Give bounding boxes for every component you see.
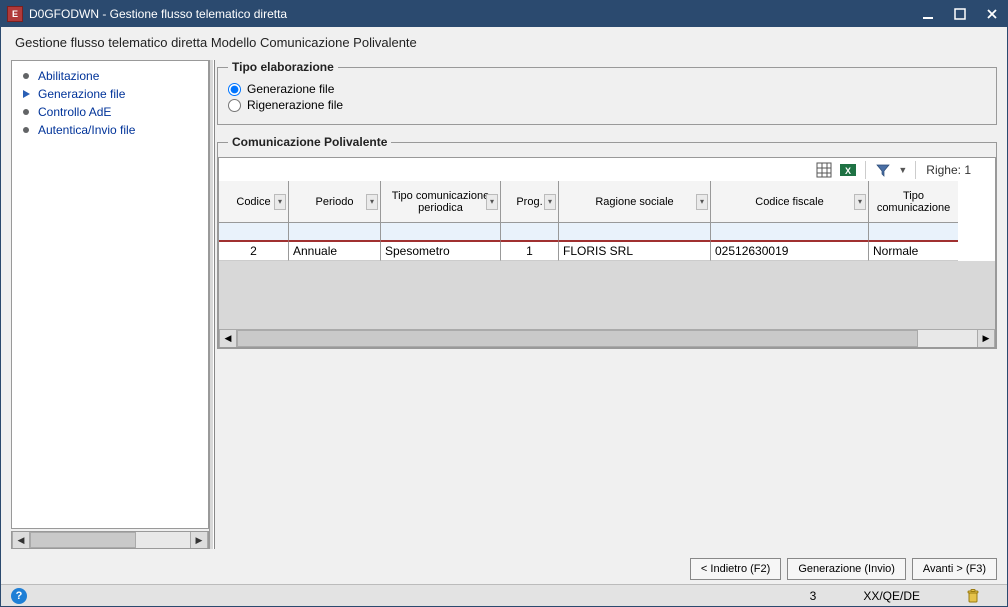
- scroll-track[interactable]: [30, 532, 190, 548]
- scroll-track[interactable]: [237, 330, 977, 347]
- cell-tipo-comunicazione[interactable]: Normale: [869, 241, 958, 261]
- col-header-periodo[interactable]: Periodo▾: [289, 181, 381, 223]
- scroll-right-icon[interactable]: ▶: [977, 330, 995, 347]
- sidebar-item-generazione-file[interactable]: Generazione file: [16, 85, 204, 103]
- arrow-right-icon: [23, 90, 30, 98]
- window-buttons: [919, 5, 1001, 23]
- chevron-down-icon[interactable]: ▾: [366, 194, 378, 210]
- table-toolbar: X ▼ Righe: 1: [218, 157, 996, 181]
- generate-button[interactable]: Generazione (Invio): [787, 558, 906, 580]
- minimize-button[interactable]: [919, 5, 937, 23]
- grid-empty-area: [219, 261, 995, 329]
- cell-codice-fiscale[interactable]: 02512630019: [711, 241, 869, 261]
- col-header-prog[interactable]: Prog.▾: [501, 181, 559, 223]
- status-code: XX/QE/DE: [844, 589, 938, 603]
- close-button[interactable]: [983, 5, 1001, 23]
- chevron-down-icon[interactable]: ▾: [854, 194, 866, 210]
- chevron-down-icon[interactable]: ▾: [544, 194, 556, 210]
- rows-count-label: Righe: 1: [926, 163, 971, 177]
- sidebar-item-abilitazione[interactable]: Abilitazione: [16, 67, 204, 85]
- statusbar: ? 3 XX/QE/DE: [1, 584, 1007, 606]
- body: Abilitazione Generazione file Controllo …: [1, 60, 1007, 553]
- sidebar-hscrollbar[interactable]: ◀ ▶: [11, 531, 209, 549]
- app-icon: E: [7, 6, 23, 22]
- svg-text:X: X: [845, 166, 851, 176]
- chevron-down-icon[interactable]: ▾: [274, 194, 286, 210]
- col-header-ragione-sociale[interactable]: Ragione sociale▾: [559, 181, 711, 223]
- radio-rigenerazione-input[interactable]: [228, 99, 241, 112]
- legend-tipo-elaborazione: Tipo elaborazione: [228, 60, 338, 74]
- scroll-thumb[interactable]: [30, 532, 136, 548]
- grid-header: Codice▾ Periodo▾ Tipo comunicazione peri…: [219, 181, 995, 223]
- grid-layout-icon[interactable]: [815, 161, 833, 179]
- sidebar: Abilitazione Generazione file Controllo …: [11, 60, 209, 529]
- status-number: 3: [791, 589, 835, 603]
- sidebar-item-label: Controllo AdE: [38, 105, 111, 119]
- help-icon[interactable]: ?: [11, 588, 27, 604]
- app-window: E D0GFODWN - Gestione flusso telematico …: [0, 0, 1008, 607]
- radio-label: Rigenerazione file: [247, 98, 343, 112]
- scroll-right-icon[interactable]: ▶: [190, 532, 208, 548]
- grid-hscrollbar[interactable]: ◀ ▶: [219, 329, 995, 347]
- radio-generazione-input[interactable]: [228, 83, 241, 96]
- group-tipo-elaborazione: Tipo elaborazione Generazione file Rigen…: [217, 60, 997, 125]
- cell-codice[interactable]: 2: [219, 241, 289, 261]
- titlebar: E D0GFODWN - Gestione flusso telematico …: [1, 1, 1007, 27]
- table-row[interactable]: 2 Annuale Spesometro 1 FLORIS SRL 025126…: [219, 241, 995, 261]
- group-comunicazione-polivalente: Comunicazione Polivalente X ▼: [217, 135, 997, 349]
- page-title: Gestione flusso telematico diretta Model…: [1, 27, 1007, 60]
- cell-ragione-sociale[interactable]: FLORIS SRL: [559, 241, 711, 261]
- filter-icon[interactable]: [874, 161, 892, 179]
- toolbar-separator: [915, 161, 916, 179]
- legend-comunicazione: Comunicazione Polivalente: [228, 135, 391, 149]
- sidebar-item-label: Generazione file: [38, 87, 125, 101]
- data-grid: Codice▾ Periodo▾ Tipo comunicazione peri…: [218, 181, 996, 348]
- sidebar-item-autentica-invio[interactable]: Autentica/Invio file: [16, 121, 204, 139]
- main: Tipo elaborazione Generazione file Rigen…: [217, 60, 997, 549]
- cell-tipo-com-periodica[interactable]: Spesometro: [381, 241, 501, 261]
- sidebar-item-label: Autentica/Invio file: [38, 123, 135, 137]
- chevron-down-icon[interactable]: ▾: [696, 194, 708, 210]
- cell-periodo[interactable]: Annuale: [289, 241, 381, 261]
- footer-buttons: < Indietro (F2) Generazione (Invio) Avan…: [1, 553, 1007, 584]
- toolbar-separator: [865, 161, 866, 179]
- splitter[interactable]: [209, 60, 217, 549]
- chevron-down-icon[interactable]: ▾: [486, 194, 498, 210]
- window-title: D0GFODWN - Gestione flusso telematico di…: [29, 7, 919, 21]
- cell-prog[interactable]: 1: [501, 241, 559, 261]
- scroll-left-icon[interactable]: ◀: [12, 532, 30, 548]
- col-header-codice[interactable]: Codice▾: [219, 181, 289, 223]
- radio-label: Generazione file: [247, 82, 334, 96]
- radio-rigenerazione-file[interactable]: Rigenerazione file: [228, 98, 986, 112]
- chevron-down-icon[interactable]: ▼: [898, 165, 907, 175]
- bullet-icon: [23, 73, 29, 79]
- back-button[interactable]: < Indietro (F2): [690, 558, 781, 580]
- sidebar-wrap: Abilitazione Generazione file Controllo …: [11, 60, 209, 549]
- sidebar-item-label: Abilitazione: [38, 69, 99, 83]
- sidebar-item-controllo-ade[interactable]: Controllo AdE: [16, 103, 204, 121]
- grid-filter-row[interactable]: [219, 223, 995, 241]
- scroll-thumb[interactable]: [237, 330, 918, 347]
- excel-export-icon[interactable]: X: [839, 161, 857, 179]
- next-button[interactable]: Avanti > (F3): [912, 558, 997, 580]
- maximize-button[interactable]: [951, 5, 969, 23]
- bullet-icon: [23, 127, 29, 133]
- col-header-tipo-com-periodica[interactable]: Tipo comunicazione periodica▾: [381, 181, 501, 223]
- col-header-codice-fiscale[interactable]: Codice fiscale▾: [711, 181, 869, 223]
- scroll-left-icon[interactable]: ◀: [219, 330, 237, 347]
- radio-generazione-file[interactable]: Generazione file: [228, 82, 986, 96]
- trash-icon[interactable]: [948, 589, 997, 603]
- bullet-icon: [23, 109, 29, 115]
- col-header-tipo-comunicazione[interactable]: Tipo comunicazione: [869, 181, 958, 223]
